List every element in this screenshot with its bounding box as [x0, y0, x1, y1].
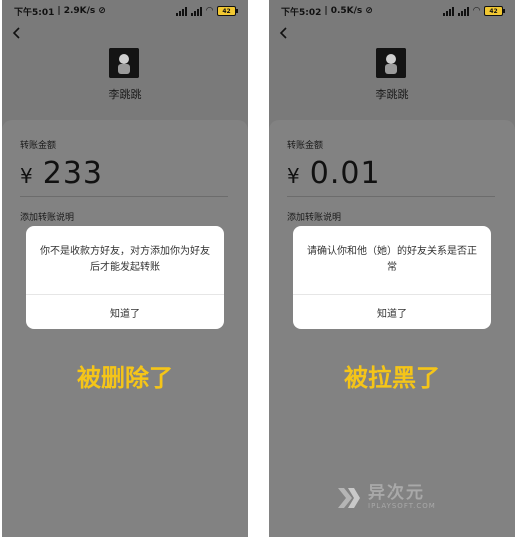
ok-button[interactable]: 知道了 — [293, 295, 491, 329]
watermark-en: IPLAYSOFT.COM — [368, 502, 436, 510]
avatar — [376, 48, 406, 78]
dialog-message: 请确认你和他（她）的好友关系是否正常 — [307, 246, 477, 273]
amount-input[interactable]: ¥ 233 — [20, 156, 103, 191]
recipient-name: 李跳跳 — [108, 88, 142, 101]
back-icon[interactable] — [10, 26, 24, 40]
status-bar: 下午5:01 | 2.9K/s ⊘ ◠ 42 — [2, 0, 248, 22]
amount-value: 233 — [42, 156, 103, 191]
amount-label: 转账金额 — [20, 141, 57, 151]
network-speed: 0.5K/s — [330, 6, 363, 16]
iplaysoft-logo-icon — [338, 487, 360, 508]
battery-icon: 42 — [484, 6, 505, 16]
screenshot-right: 下午5:02 | 0.5K/s ⊘ ◠ 42 李跳跳 转账金额 ¥ 0.01 添… — [269, 0, 515, 537]
wifi-icon: ◠ — [473, 6, 480, 16]
amount-label: 转账金额 — [287, 141, 324, 151]
recipient-name: 李跳跳 — [375, 88, 409, 101]
signal-icon — [191, 6, 203, 16]
amount-input[interactable]: ¥ 0.01 — [287, 156, 381, 191]
alert-dialog: 你不是收款方好友，对方添加你为好友后才能发起转账 知道了 — [26, 226, 224, 329]
divider — [20, 196, 228, 197]
caption: 被拉黑了 — [344, 364, 440, 392]
status-bar: 下午5:02 | 0.5K/s ⊘ ◠ 42 — [269, 0, 515, 22]
avatar — [109, 48, 139, 78]
watermark: 异次元 IPLAYSOFT.COM — [336, 484, 436, 511]
alert-dialog: 请确认你和他（她）的好友关系是否正常 知道了 — [293, 226, 491, 329]
back-icon[interactable] — [277, 26, 291, 40]
dialog-message: 你不是收款方好友，对方添加你为好友后才能发起转账 — [40, 246, 210, 273]
mute-icon: ⊘ — [98, 6, 106, 16]
add-note-link[interactable]: 添加转账说明 — [20, 210, 74, 223]
screenshot-left: 下午5:01 | 2.9K/s ⊘ ◠ 42 李跳跳 转账金额 ¥ 233 添加… — [2, 0, 248, 537]
signal-icon — [458, 6, 470, 16]
watermark-cn: 异次元 — [368, 483, 425, 503]
currency-symbol: ¥ — [20, 164, 33, 188]
mute-icon: ⊘ — [365, 6, 373, 16]
battery-level: 42 — [222, 7, 231, 15]
network-speed: 2.9K/s — [63, 6, 96, 16]
ok-button[interactable]: 知道了 — [26, 295, 224, 329]
status-time: 下午5:01 — [14, 7, 55, 18]
add-note-link[interactable]: 添加转账说明 — [287, 210, 341, 223]
battery-level: 42 — [489, 7, 498, 15]
battery-icon: 42 — [217, 6, 238, 16]
currency-symbol: ¥ — [287, 164, 300, 188]
status-time: 下午5:02 — [281, 7, 322, 18]
divider — [287, 196, 495, 197]
signal-icon — [176, 6, 188, 16]
caption: 被删除了 — [77, 364, 173, 392]
amount-value: 0.01 — [309, 156, 381, 191]
signal-icon — [443, 6, 455, 16]
wifi-icon: ◠ — [206, 6, 213, 16]
